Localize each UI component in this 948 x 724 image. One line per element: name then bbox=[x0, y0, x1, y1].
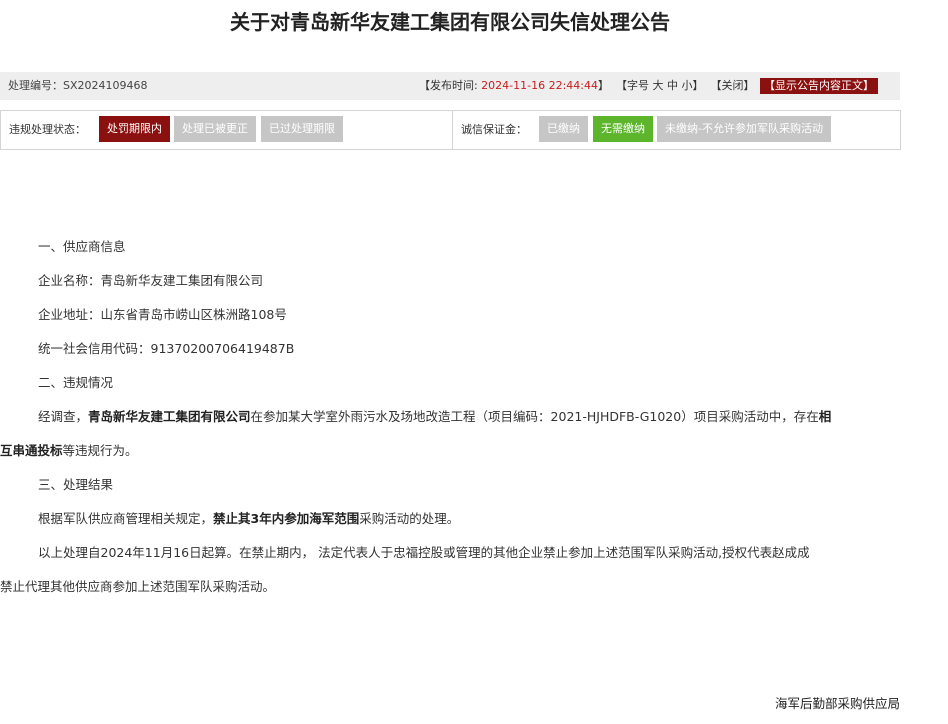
deposit-not-required-tag[interactable]: 无需缴纳 bbox=[593, 116, 653, 142]
company-address-row: 企业地址：山东省青岛市崂山区株洲路108号 bbox=[0, 298, 905, 332]
credit-code-row: 统一社会信用代码：91370200706419487B bbox=[0, 332, 905, 366]
period-paragraph-line1: 以上处理自2024年11月16日起算。在禁止期内， 法定代表人于忠福控股或管理的… bbox=[38, 545, 810, 560]
status-bar: 违规处理状态： 处罚期限内 处理已被更正 已过处理期限 诚信保证金： 已缴纳 无… bbox=[0, 110, 901, 150]
violation-paragraph-line2: 互串通投标等违规行为。 bbox=[0, 434, 905, 468]
close-link[interactable]: 【关闭】 bbox=[711, 79, 755, 92]
company-name-row: 企业名称：青岛新华友建工集团有限公司 bbox=[0, 264, 905, 298]
status-corrected-tag[interactable]: 处理已被更正 bbox=[174, 116, 256, 142]
company-name-value: 青岛新华友建工集团有限公司 bbox=[100, 273, 264, 288]
notice-code-label: 处理编号： bbox=[8, 79, 63, 92]
result-paragraph: 根据军队供应商管理相关规定，禁止其3年内参加海军范围采购活动的处理。 bbox=[0, 502, 905, 536]
notice-code-value: SX2024109468 bbox=[63, 79, 148, 92]
section-violation-heading: 二、违规情况 bbox=[38, 375, 114, 390]
status-divider bbox=[452, 111, 453, 149]
status-expired-tag[interactable]: 已过处理期限 bbox=[261, 116, 343, 142]
font-size-small-link[interactable]: 小 bbox=[682, 79, 693, 92]
section-result-heading: 三、处理结果 bbox=[38, 477, 114, 492]
notice-info-bar: 处理编号：SX2024109468 【发布时间: 2024-11-16 22:4… bbox=[0, 72, 900, 100]
status-penalty-active-tag[interactable]: 处罚期限内 bbox=[99, 116, 170, 142]
notice-body: 一、供应商信息 企业名称：青岛新华友建工集团有限公司 企业地址：山东省青岛市崂山… bbox=[0, 230, 905, 604]
company-name-label: 企业名称： bbox=[38, 273, 101, 288]
violation-project: 在参加某大学室外雨污水及场地改造工程（项目编码：2021-HJHDFB-G102… bbox=[250, 409, 819, 424]
issuing-organization: 海军后勤部采购供应局 bbox=[774, 696, 900, 711]
result-prefix: 根据军队供应商管理相关规定， bbox=[38, 511, 214, 526]
period-paragraph-line2: 禁止代理其他供应商参加上述范围军队采购活动。 bbox=[0, 579, 276, 594]
violation-type-start: 相 bbox=[818, 409, 832, 424]
deposit-label: 诚信保证金： bbox=[461, 123, 527, 136]
violation-end: 等违规行为。 bbox=[62, 443, 138, 458]
violation-status-label: 违规处理状态： bbox=[9, 123, 86, 136]
result-ban: 禁止其3年内参加海军范围 bbox=[213, 511, 360, 526]
deposit-unpaid-tag[interactable]: 未缴纳-不允许参加军队采购活动 bbox=[657, 116, 831, 142]
result-suffix: 采购活动的处理。 bbox=[359, 511, 460, 526]
notice-code: 处理编号：SX2024109468 bbox=[8, 72, 148, 100]
credit-code-label: 统一社会信用代码： bbox=[38, 341, 151, 356]
company-address-value: 山东省青岛市崂山区株洲路108号 bbox=[100, 307, 287, 322]
publish-time: 2024-11-16 22:44:44 bbox=[481, 79, 598, 92]
violation-type-end: 互串通投标 bbox=[0, 443, 63, 458]
violation-intro: 经调查， bbox=[38, 409, 89, 424]
font-size-medium-link[interactable]: 中 bbox=[667, 79, 678, 92]
font-size-prefix: 【字号 bbox=[616, 79, 653, 92]
credit-code-value: 91370200706419487B bbox=[150, 341, 295, 356]
violation-company: 青岛新华友建工集团有限公司 bbox=[88, 409, 251, 424]
violation-paragraph-line1: 经调查，青岛新华友建工集团有限公司在参加某大学室外雨污水及场地改造工程（项目编码… bbox=[0, 400, 905, 434]
deposit-paid-tag[interactable]: 已缴纳 bbox=[539, 116, 588, 142]
section-supplier-heading: 一、供应商信息 bbox=[38, 239, 126, 254]
publish-suffix: 】 bbox=[598, 79, 609, 92]
company-address-label: 企业地址： bbox=[38, 307, 101, 322]
publish-prefix: 【发布时间: bbox=[418, 79, 482, 92]
font-size-large-link[interactable]: 大 bbox=[653, 79, 664, 92]
notice-tools: 【发布时间: 2024-11-16 22:44:44】 【字号 大 中 小】 【… bbox=[419, 72, 878, 100]
font-size-suffix: 】 bbox=[692, 79, 704, 92]
show-body-button[interactable]: 【显示公告内容正文】 bbox=[760, 78, 878, 94]
page-title: 关于对青岛新华友建工集团有限公司失信处理公告 bbox=[230, 10, 670, 34]
